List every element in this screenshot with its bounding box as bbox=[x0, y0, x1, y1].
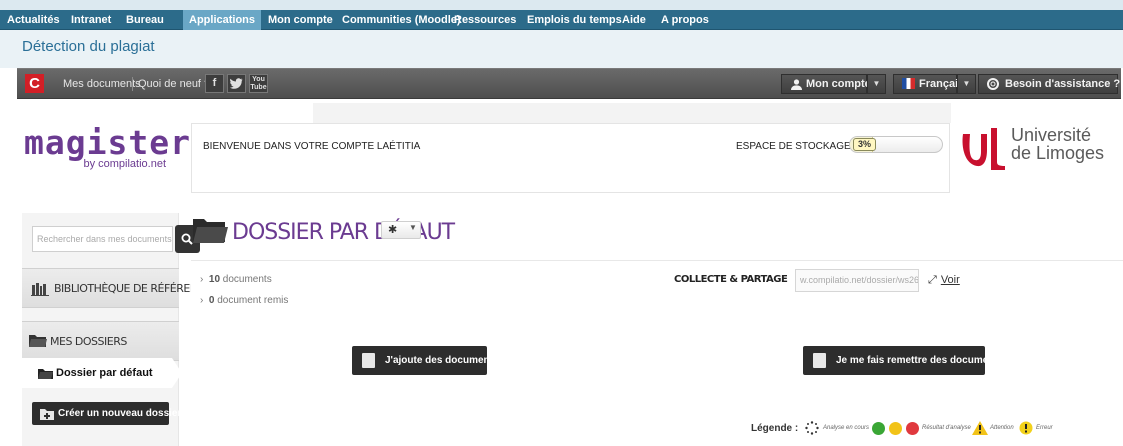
ul-monogram-icon bbox=[957, 124, 1009, 172]
download-document-icon bbox=[813, 353, 826, 368]
sidebar-item-default-folder-label: Dossier par défaut bbox=[56, 367, 153, 379]
nav-emplois-du-temps[interactable]: Emplois du temps bbox=[527, 10, 622, 30]
collecte-url-field[interactable]: w.compilatio.net/dossier/ws268 bbox=[795, 269, 919, 292]
nav-actualites[interactable]: Actualités bbox=[7, 10, 60, 30]
sidebar-folders[interactable]: MES DOSSIERS bbox=[22, 321, 179, 361]
chevron-right-icon: › bbox=[200, 274, 209, 285]
nav-communities[interactable]: Communities (Moodle) bbox=[342, 10, 461, 30]
red-result-dot bbox=[906, 422, 919, 435]
university-name-line2: de Limoges bbox=[1011, 143, 1105, 163]
remis-count-label: document remis bbox=[217, 295, 289, 306]
legend-erreur: Erreur bbox=[1036, 425, 1053, 431]
magister-wordmark: magister bbox=[24, 123, 191, 162]
sidebar-folders-label: MES DOSSIERS bbox=[50, 335, 127, 348]
app-toolbar: C Mes documents Quoi de neuf ? f You Tub… bbox=[17, 68, 1121, 99]
warning-icon bbox=[972, 421, 988, 435]
folder-icon bbox=[29, 335, 47, 347]
nav-intranet[interactable]: Intranet bbox=[71, 10, 111, 30]
documents-count-label: documents bbox=[222, 274, 272, 285]
create-folder-label: Créer un nouveau dossier bbox=[58, 408, 182, 419]
storage-percent-badge: 3% bbox=[853, 138, 877, 151]
add-documents-button[interactable]: J'ajoute des documents bbox=[352, 346, 499, 375]
universite-limoges-logo: Université de Limoges bbox=[957, 122, 1117, 174]
selection-arrow bbox=[172, 358, 182, 388]
collecte-label: COLLECTE & PARTAGE bbox=[674, 274, 788, 285]
green-result-dot bbox=[872, 422, 885, 435]
magister-logo[interactable]: magister by compilatio.net bbox=[24, 123, 191, 170]
help-button[interactable]: Besoin d'assistance ? bbox=[978, 74, 1121, 94]
top-navigation: Actualités Intranet Bureau Applications … bbox=[0, 10, 1123, 30]
account-dropdown-caret[interactable]: ▼ bbox=[867, 74, 886, 94]
gear-icon: ✱ bbox=[388, 224, 398, 236]
add-documents-label: J'ajoute des documents bbox=[385, 355, 499, 366]
language-button[interactable]: Français bbox=[893, 74, 964, 94]
spinner-icon bbox=[805, 421, 819, 435]
welcome-band bbox=[313, 103, 951, 123]
nav-ressources[interactable]: Ressources bbox=[454, 10, 516, 30]
library-icon bbox=[31, 283, 49, 296]
storage-label: ESPACE DE STOCKAGE bbox=[736, 141, 851, 152]
request-documents-button[interactable]: Je me fais remettre des documents bbox=[803, 346, 1003, 375]
nav-a-propos[interactable]: A propos bbox=[661, 10, 709, 30]
legend-resultat: Résultat d'analyse bbox=[922, 425, 971, 431]
lifebuoy-icon bbox=[987, 78, 999, 90]
legend-analyse: Analyse en cours bbox=[823, 425, 870, 431]
open-folder-icon bbox=[193, 219, 228, 243]
documents-count-value: 10 bbox=[208, 274, 221, 285]
welcome-message: BIENVENUE DANS VOTRE COMPTE LAÉTITIA bbox=[203, 141, 421, 152]
facebook-icon[interactable]: f bbox=[205, 74, 224, 93]
page-title: Détection du plagiat bbox=[22, 38, 155, 55]
french-flag-icon bbox=[902, 78, 915, 89]
nav-bureau[interactable]: Bureau bbox=[126, 10, 164, 30]
sidebar: Rechercher dans mes documents BIBLIOTHÈQ… bbox=[22, 213, 218, 446]
remis-count[interactable]: › 0 document remis bbox=[200, 295, 288, 306]
add-document-icon bbox=[362, 353, 375, 368]
documents-count[interactable]: › 10 documents bbox=[200, 274, 272, 285]
language-dropdown-caret[interactable]: ▼ bbox=[957, 74, 976, 94]
nav-aide[interactable]: Aide bbox=[622, 10, 646, 30]
header-band bbox=[0, 30, 1123, 68]
folder-settings-button[interactable]: ✱ ▼ bbox=[381, 221, 421, 239]
toolbar-divider bbox=[132, 77, 133, 91]
compilatio-logo[interactable]: C bbox=[25, 74, 44, 93]
voir-link[interactable]: ⤢ Voir bbox=[928, 274, 960, 287]
account-button[interactable]: Mon compte bbox=[781, 74, 871, 94]
add-folder-icon bbox=[40, 409, 54, 420]
top-strip bbox=[0, 0, 1123, 10]
legend-attention: Attention bbox=[990, 425, 1014, 431]
sidebar-item-default-folder[interactable]: Dossier par défaut bbox=[22, 358, 182, 388]
account-label: Mon compte bbox=[806, 78, 871, 90]
chevron-right-icon: › bbox=[200, 295, 209, 306]
welcome-panel: BIENVENUE DANS VOTRE COMPTE LAÉTITIA ESP… bbox=[191, 123, 950, 193]
request-documents-label: Je me fais remettre des documents bbox=[836, 355, 1004, 366]
search-input[interactable]: Rechercher dans mes documents bbox=[32, 226, 173, 252]
user-icon bbox=[791, 79, 802, 90]
remis-count-value: 0 bbox=[208, 295, 215, 306]
create-folder-button[interactable]: Créer un nouveau dossier bbox=[32, 402, 181, 425]
nav-applications[interactable]: Applications bbox=[183, 10, 262, 30]
university-name-line1: Université bbox=[1011, 125, 1092, 145]
university-name: Université de Limoges bbox=[1011, 126, 1104, 162]
twitter-icon[interactable] bbox=[227, 74, 246, 93]
external-link-icon: ⤢ bbox=[928, 274, 937, 286]
youtube-icon[interactable]: You Tube bbox=[249, 74, 268, 93]
link-quoi-de-neuf[interactable]: Quoi de neuf ? bbox=[138, 78, 210, 90]
nav-mon-compte[interactable]: Mon compte bbox=[268, 10, 333, 30]
yellow-result-dot bbox=[889, 422, 902, 435]
legend-label: Légende : bbox=[751, 423, 799, 434]
error-icon bbox=[1019, 421, 1033, 435]
help-label: Besoin d'assistance ? bbox=[1005, 78, 1121, 90]
folder-icon bbox=[38, 369, 53, 379]
storage-progress-bar: 3% bbox=[849, 136, 943, 153]
voir-link-label: Voir bbox=[940, 274, 960, 286]
chevron-down-icon: ▼ bbox=[409, 223, 417, 232]
sidebar-library[interactable]: BIBLIOTHÈQUE DE RÉFÉRENCES bbox=[22, 268, 218, 308]
link-mes-documents[interactable]: Mes documents bbox=[63, 78, 141, 90]
